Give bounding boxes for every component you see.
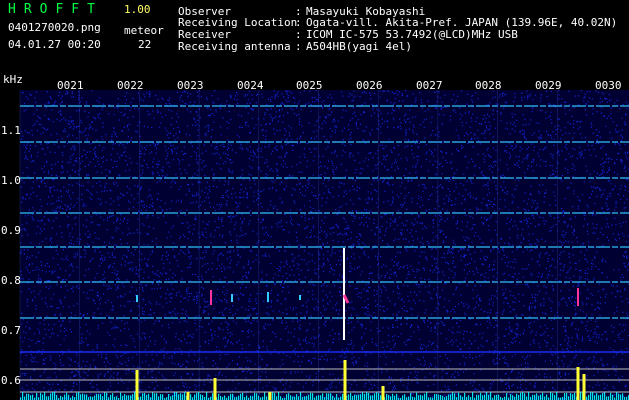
meteor-count-bar (343, 360, 347, 400)
file-name: 0401270020.png (8, 21, 101, 34)
freq-tick-label: 1.0 (1, 174, 21, 187)
app-title: HROFFT (8, 2, 103, 17)
freq-tick-label: 0.6 (1, 374, 21, 387)
time-label: 0023 (177, 79, 204, 92)
time-label: 0027 (416, 79, 443, 92)
meteor-count-bar (135, 370, 139, 400)
time-label: 0028 (475, 79, 502, 92)
time-label: 0024 (237, 79, 264, 92)
freq-tick-label: 0.9 (1, 224, 21, 237)
freq-tick-label: 0.8 (1, 274, 21, 287)
meteor-count-bar (582, 374, 586, 400)
meteor-count-value: 22 (138, 38, 152, 51)
spectrogram-display (19, 90, 629, 400)
time-label: 0029 (535, 79, 562, 92)
timestamp: 04.01.27 00:20 (8, 38, 101, 51)
info-row-antenna: Receiving antenna: A504HB(yagi 4el) (178, 40, 412, 53)
meteor-count-bar (576, 367, 580, 400)
freq-tick-label: 0.7 (1, 324, 21, 337)
meteor-count-bar (213, 378, 217, 400)
app-version: 1.00 (124, 3, 151, 16)
time-label: 0021 (57, 79, 84, 92)
time-label: 0025 (296, 79, 323, 92)
meteor-count-bar (268, 392, 272, 400)
info-value: A504HB(yagi 4el) (306, 40, 412, 53)
info-separator: : (295, 40, 302, 53)
freq-tick-label: 1.1 (1, 124, 21, 137)
meteor-count-label: meteor (124, 24, 164, 37)
meteor-count-bar (381, 386, 385, 400)
time-label: 0022 (117, 79, 144, 92)
meteor-count-bar (186, 392, 190, 400)
y-axis-unit: kHz (3, 73, 23, 86)
time-label: 0030 (595, 79, 622, 92)
time-label: 0026 (356, 79, 383, 92)
info-label: Receiving antenna (178, 40, 291, 53)
